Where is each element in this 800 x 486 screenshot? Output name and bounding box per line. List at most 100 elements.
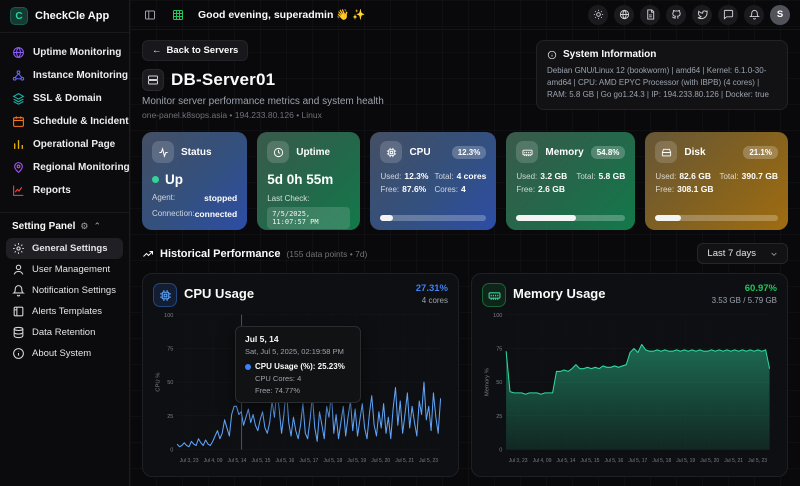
status-value: Up [165, 172, 183, 187]
bell-icon [12, 284, 25, 297]
disk-card[interactable]: Disk 21.1% Used:82.6 GB Total:390.7 GB F… [645, 132, 788, 230]
sidebar-item-alerts-templates[interactable]: Alerts Templates [6, 301, 123, 322]
app-logo[interactable]: C CheckCle App [0, 0, 129, 33]
page-subtitle: Monitor server performance metrics and s… [142, 96, 384, 107]
svg-text:CPU %: CPU % [156, 373, 162, 392]
svg-text:0: 0 [499, 447, 502, 453]
sidebar-item-label: Notification Settings [32, 285, 116, 296]
svg-text:Jul 5, 18: Jul 5, 18 [652, 458, 671, 464]
svg-text:Jul 5, 15: Jul 5, 15 [252, 458, 271, 464]
sidebar-item-regional-monitoring[interactable]: Regional Monitoring [6, 156, 123, 179]
github-icon[interactable] [666, 5, 686, 25]
series-dot-icon [245, 364, 251, 370]
theme-toggle-icon[interactable] [588, 5, 608, 25]
memory-usage-chart[interactable]: 0255075100Jul 3, 23Jul 4, 09Jul 5, 14Jul… [482, 307, 777, 469]
cpu-cores-value: 4 [461, 184, 466, 194]
svg-text:Jul 3, 23: Jul 3, 23 [180, 458, 199, 464]
memory-total-label: Total: [576, 172, 595, 181]
memory-total-value: 5.8 GB [598, 171, 625, 181]
docs-icon[interactable] [640, 5, 660, 25]
tooltip-metric-row: CPU Usage (%): 25.23% [245, 362, 351, 371]
svg-text:Jul 5, 18: Jul 5, 18 [323, 458, 342, 464]
memory-badge: 54.8% [591, 146, 626, 159]
settings-panel-title: Setting Panel [12, 221, 75, 232]
sidebar-item-label: General Settings [32, 243, 108, 254]
charts-row: CPU Usage 27.31% 4 cores 0255075100Jul 3… [142, 273, 788, 477]
page-title: DB-Server01 [171, 70, 275, 90]
tooltip-metric: CPU Usage (%): 25.23% [255, 362, 345, 371]
page-content: ← Back to Servers DB-Server01 Monitor se… [130, 30, 800, 486]
tooltip-datetime: Sat, Jul 5, 2025, 02:19:58 PM [245, 347, 351, 356]
memory-usage-chart-card: Memory Usage 60.97% 3.53 GB / 5.79 GB 02… [471, 273, 788, 477]
system-information-header: System Information [547, 49, 777, 60]
cpu-card[interactable]: CPU 12.3% Used:12.3% Total:4 cores Free:… [370, 132, 496, 230]
time-range-dropdown[interactable]: Last 7 days [697, 243, 788, 264]
sidebar-item-instance-monitoring[interactable]: Instance Monitoring [6, 64, 123, 87]
system-information-title: System Information [563, 49, 656, 60]
agent-value: stopped [204, 193, 237, 203]
activity-icon [152, 141, 174, 163]
svg-text:50: 50 [167, 380, 173, 386]
sidebar-item-notification-settings[interactable]: Notification Settings [6, 280, 123, 301]
chart-tooltip: Jul 5, 14 Sat, Jul 5, 2025, 02:19:58 PM … [235, 326, 361, 403]
sidebar-item-general-settings[interactable]: General Settings [6, 238, 123, 259]
sidebar-item-label: About System [32, 348, 91, 359]
sidebar-toggle-icon[interactable] [140, 5, 160, 25]
disk-badge: 21.1% [743, 146, 778, 159]
notifications-bell-icon[interactable] [744, 5, 764, 25]
svg-text:Jul 5, 21: Jul 5, 21 [395, 458, 414, 464]
svg-text:Jul 5, 23: Jul 5, 23 [748, 458, 767, 464]
sidebar-item-operational-page[interactable]: Operational Page [6, 133, 123, 156]
back-to-servers-button[interactable]: ← Back to Servers [142, 40, 248, 61]
greeting-text: Good evening, superadmin 👋 ✨ [198, 8, 365, 21]
memory-card[interactable]: Memory 54.8% Used:3.2 GB Total:5.8 GB Fr… [506, 132, 635, 230]
sidebar-item-about-system[interactable]: About System [6, 343, 123, 364]
server-meta: one-panel.k8sops.asia • 194.233.80.126 •… [142, 110, 384, 120]
info-icon [12, 347, 25, 360]
chevron-down-icon [770, 250, 778, 258]
app-title: CheckCle App [35, 10, 109, 22]
sidebar-item-ssl-domain[interactable]: SSL & Domain [6, 87, 123, 110]
server-icon [142, 69, 164, 91]
sidebar-item-data-retention[interactable]: Data Retention [6, 322, 123, 343]
gear-icon: ⚙ [80, 221, 88, 232]
disk-stats: Used:82.6 GB Total:390.7 GB Free:308.1 G… [655, 171, 778, 194]
cpu-badge: 12.3% [452, 146, 487, 159]
sidebar-item-label: User Management [32, 264, 110, 275]
template-icon [12, 305, 25, 318]
sidebar-item-uptime-monitoring[interactable]: Uptime Monitoring [6, 41, 123, 64]
disk-total-value: 390.7 GB [742, 171, 778, 181]
layers-icon [12, 92, 25, 105]
svg-text:Jul 5, 19: Jul 5, 19 [347, 458, 366, 464]
trending-up-icon [142, 248, 154, 260]
cpu-total-label: Total: [434, 172, 453, 181]
svg-text:Jul 3, 23: Jul 3, 23 [509, 458, 528, 464]
user-avatar[interactable]: S [770, 5, 790, 25]
historical-performance-row: Historical Performance (155 data points … [142, 243, 788, 264]
grid-table-icon[interactable] [168, 5, 188, 25]
sidebar-item-user-management[interactable]: User Management [6, 259, 123, 280]
svg-text:Jul 4, 09: Jul 4, 09 [204, 458, 223, 464]
agent-label: Agent: [152, 193, 175, 203]
bar-chart-icon [12, 138, 25, 151]
memory-chart-title: Memory Usage [513, 286, 605, 301]
svg-text:Jul 5, 23: Jul 5, 23 [419, 458, 438, 464]
disk-free-value: 308.1 GB [677, 184, 713, 194]
sidebar-item-schedule-incident[interactable]: Schedule & Incident [6, 110, 123, 133]
cpu-chip-icon [153, 283, 177, 307]
feedback-icon[interactable] [718, 5, 738, 25]
uptime-card[interactable]: Uptime 5d 0h 55m Last Check: 7/5/2025, 1… [257, 132, 360, 230]
memory-gb-subtitle: 3.53 GB / 5.79 GB [712, 296, 777, 305]
disk-total-label: Total: [719, 172, 738, 181]
twitter-icon[interactable] [692, 5, 712, 25]
language-icon[interactable] [614, 5, 634, 25]
user-icon [12, 263, 25, 276]
status-card[interactable]: Status Up Agent: stopped Connection: con… [142, 132, 247, 230]
topbar: Good evening, superadmin 👋 ✨ S [130, 0, 800, 30]
last-check-value: 7/5/2025, 11:07:57 PM [267, 207, 350, 229]
disk-used-label: Used: [655, 172, 676, 181]
settings-panel-header[interactable]: Setting Panel ⚙ ⌃ [0, 213, 129, 236]
calendar-icon [12, 115, 25, 128]
sidebar-item-reports[interactable]: Reports [6, 179, 123, 202]
svg-text:50: 50 [496, 380, 502, 386]
